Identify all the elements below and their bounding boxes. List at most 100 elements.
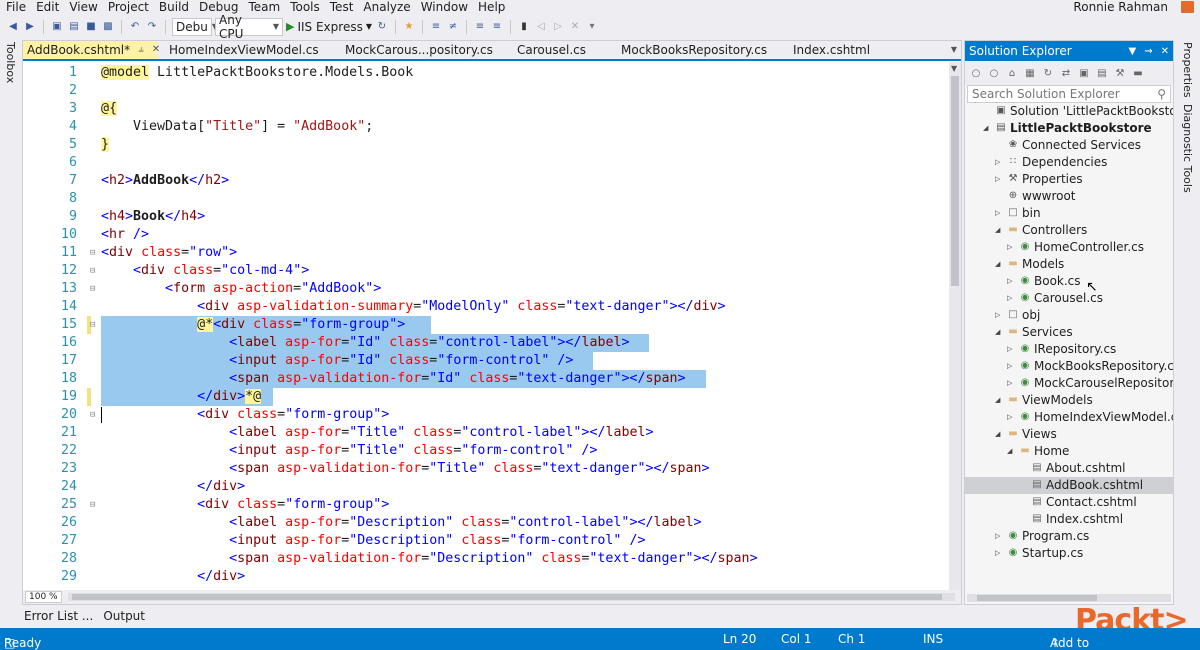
show-all-files-icon[interactable]: ▤ xyxy=(1095,66,1109,80)
code-line[interactable]: 6 xyxy=(23,154,951,172)
code-line[interactable]: 26 <label asp-for="Description" class="c… xyxy=(23,514,951,532)
tree-item-addbook-cshtml[interactable]: ▤ AddBook.cshtml xyxy=(965,477,1173,494)
code-line[interactable]: 14 <div asp-validation-summary="ModelOnl… xyxy=(23,298,951,316)
tree-item-models[interactable]: ◢ ▬ Models xyxy=(965,256,1173,273)
menu-analyze[interactable]: Analyze xyxy=(358,0,415,14)
configuration-dropdown[interactable]: Debu▼ xyxy=(172,17,218,36)
redo-icon[interactable]: ↷ xyxy=(145,20,159,34)
code-line[interactable]: 22 <input asp-for="Title" class="form-co… xyxy=(23,442,951,460)
prev-bookmark-icon[interactable]: ◁ xyxy=(534,20,548,34)
open-icon[interactable]: ▤ xyxy=(67,20,81,34)
tree-item-mockbooksrepository-cs[interactable]: ▷ ◉ MockBooksRepository.cs xyxy=(965,358,1173,375)
horizontal-scrollbar[interactable] xyxy=(67,593,955,601)
tree-item-bin[interactable]: ▷ □ bin xyxy=(965,205,1173,222)
fold-icon[interactable]: ⊟ xyxy=(90,280,95,298)
collapsed-arrow-icon[interactable]: ▷ xyxy=(1007,290,1012,307)
search-icon[interactable]: ⚲ xyxy=(1157,87,1166,101)
tree-item-about-cshtml[interactable]: ▤ About.cshtml xyxy=(965,460,1173,477)
tab-addbook-cshtml[interactable]: AddBook.cshtml* ⫨ ✕ xyxy=(23,41,160,59)
tree-item-obj[interactable]: ▷ □ obj xyxy=(965,307,1173,324)
code-line[interactable]: 12 ⊟ <div class="col-md-4"> xyxy=(23,262,951,280)
next-bookmark-icon[interactable]: ▷ xyxy=(551,20,565,34)
refresh-icon[interactable]: ↻ xyxy=(375,20,389,34)
tree-item-controllers[interactable]: ◢ ▬ Controllers xyxy=(965,222,1173,239)
collapsed-arrow-icon[interactable]: ▷ xyxy=(995,307,1000,324)
expanded-arrow-icon[interactable]: ◢ xyxy=(995,426,1000,443)
home-icon[interactable]: ⌂ xyxy=(1005,66,1019,80)
properties-wrench-icon[interactable]: ⚒ xyxy=(1113,66,1127,80)
code-area[interactable]: 1 @model LittlePacktBookstore.Models.Book… xyxy=(23,62,951,590)
clear-bookmarks-icon[interactable]: ✕ xyxy=(568,20,582,34)
fold-icon[interactable]: ⊟ xyxy=(90,262,95,280)
fold-icon[interactable]: ⊟ xyxy=(90,406,95,424)
expanded-arrow-icon[interactable]: ◢ xyxy=(1007,443,1012,460)
code-line[interactable]: 3 @{ xyxy=(23,100,951,118)
user-name[interactable]: Ronnie Rahman xyxy=(1073,0,1168,14)
code-line[interactable]: 1 @model LittlePacktBookstore.Models.Book xyxy=(23,64,951,82)
code-line[interactable]: 20 ⊟ <div class="form-group"> xyxy=(23,406,951,424)
menu-build[interactable]: Build xyxy=(154,0,194,14)
menu-tools[interactable]: Tools xyxy=(285,0,325,14)
collapsed-arrow-icon[interactable]: ▷ xyxy=(995,545,1000,562)
collapsed-arrow-icon[interactable]: ▷ xyxy=(995,171,1000,188)
save-icon[interactable]: ■ xyxy=(84,20,98,34)
tree-item-viewmodels[interactable]: ◢ ▬ ViewModels xyxy=(965,392,1173,409)
tree-item-program-cs[interactable]: ▷ ◉ Program.cs xyxy=(965,528,1173,545)
indent-icon[interactable]: ≡ xyxy=(429,20,443,34)
collapsed-arrow-icon[interactable]: ▷ xyxy=(1007,409,1012,426)
outdent-icon[interactable]: ≠ xyxy=(446,20,460,34)
tab-output[interactable]: Output xyxy=(103,609,145,623)
collapsed-arrow-icon[interactable]: ▷ xyxy=(1007,273,1012,290)
switch-views-icon[interactable]: ▦ xyxy=(1023,66,1037,80)
tree-item-services[interactable]: ◢ ▬ Services xyxy=(965,324,1173,341)
sync-icon[interactable]: ⇄ xyxy=(1059,66,1073,80)
expanded-arrow-icon[interactable]: ◢ xyxy=(983,120,988,137)
code-editor[interactable]: AddBook.cshtml* ⫨ ✕ HomeIndexViewModel.cs Mo… xyxy=(22,40,962,605)
toolbox-tab[interactable]: Toolbox xyxy=(4,42,17,83)
code-line[interactable]: 28 <span asp-validation-for="Description… xyxy=(23,550,951,568)
hscroll-thumb[interactable] xyxy=(71,594,942,600)
diagnostic-tools-tab[interactable]: Diagnostic Tools xyxy=(1181,104,1194,193)
tree-item-carousel-cs[interactable]: ▷ ◉ Carousel.cs xyxy=(965,290,1173,307)
user-avatar-icon[interactable] xyxy=(1181,1,1194,13)
expanded-arrow-icon[interactable]: ◢ xyxy=(995,392,1000,409)
code-line[interactable]: 9 <h4>Book</h4> xyxy=(23,208,951,226)
collapsed-arrow-icon[interactable]: ▷ xyxy=(1007,358,1012,375)
code-line[interactable]: 7 <h2>AddBook</h2> xyxy=(23,172,951,190)
code-line[interactable]: 11 ⊟ <div class="row"> xyxy=(23,244,951,262)
code-line[interactable]: 23 <span asp-validation-for="Title" clas… xyxy=(23,460,951,478)
tab-carousel-cs[interactable]: Carousel.cs xyxy=(505,41,609,59)
fold-icon[interactable]: ⊟ xyxy=(90,496,95,514)
code-line[interactable]: 2 xyxy=(23,82,951,100)
collapsed-arrow-icon[interactable]: ▷ xyxy=(1007,375,1012,392)
run-button[interactable]: ▶ IIS Express ▼ xyxy=(286,20,372,34)
code-line[interactable]: 27 <input asp-for="Description" class="f… xyxy=(23,532,951,550)
menu-project[interactable]: Project xyxy=(103,0,154,14)
collapsed-arrow-icon[interactable]: ▷ xyxy=(995,154,1000,171)
code-line[interactable]: 18 <span asp-validation-for="Id" class="… xyxy=(23,370,951,388)
menu-file[interactable]: File xyxy=(0,0,31,14)
code-line[interactable]: 13 ⊟ <form asp-action="AddBook"> xyxy=(23,280,951,298)
tree-item-views[interactable]: ◢ ▬ Views xyxy=(965,426,1173,443)
fold-icon[interactable]: ⊟ xyxy=(90,316,95,334)
solution-horizontal-scrollbar[interactable] xyxy=(967,594,1171,602)
tree-item-properties[interactable]: ▷ ⚒ Properties xyxy=(965,171,1173,188)
menu-view[interactable]: View xyxy=(64,0,102,14)
properties-tab[interactable]: Properties xyxy=(1181,42,1194,98)
tree-item-book-cs[interactable]: ▷ ◉ Book.cs xyxy=(965,273,1173,290)
tree-item-connected-services[interactable]: ❀ Connected Services xyxy=(965,137,1173,154)
forward-icon[interactable]: ▶ xyxy=(23,20,37,34)
tab-mockcarous-pository-cs[interactable]: MockCarous...pository.cs xyxy=(333,41,505,59)
bookmark-icon[interactable]: ▮ xyxy=(517,20,531,34)
browser-link-icon[interactable]: ★ xyxy=(402,20,416,34)
tree-item-mockcarouselrepository-cs[interactable]: ▷◉MockCarouselRepository.cs xyxy=(965,375,1173,392)
scroll-thumb[interactable] xyxy=(951,76,959,286)
back-icon[interactable]: ◀ xyxy=(6,20,20,34)
pin-icon[interactable]: ⫨ xyxy=(138,41,144,59)
close-icon[interactable]: ✕ xyxy=(1161,46,1169,57)
code-line[interactable]: 8 xyxy=(23,190,951,208)
menu-window[interactable]: Window xyxy=(416,0,473,14)
back-icon[interactable]: ○ xyxy=(969,66,983,80)
menu-edit[interactable]: Edit xyxy=(31,0,64,14)
new-project-icon[interactable]: ▣ xyxy=(50,20,64,34)
